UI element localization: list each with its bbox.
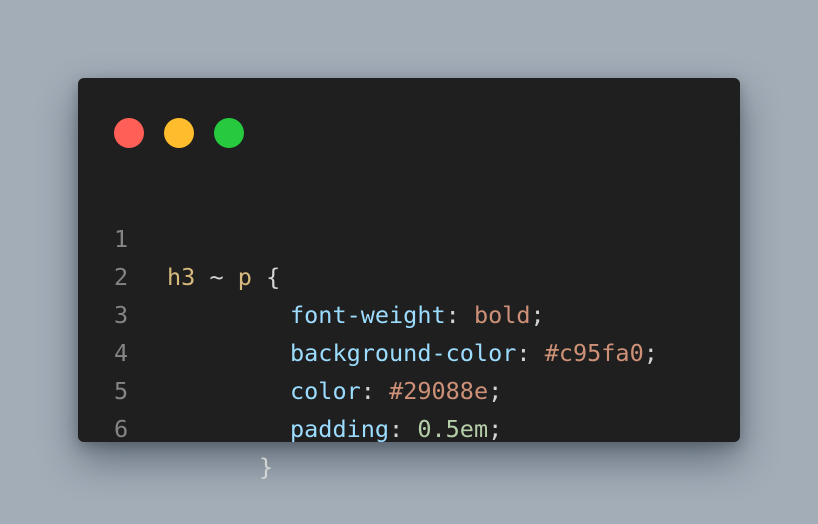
zoom-window-dot-icon[interactable]	[214, 118, 244, 148]
line-content: padding: 0.5em;	[290, 410, 502, 448]
code-line: 1 h3 ~ p {	[78, 182, 740, 291]
line-number: 6	[114, 415, 129, 443]
semicolon: ;	[488, 415, 503, 443]
code-line: 4 color: #29088e;	[78, 296, 740, 405]
code-snippet-window: 1 h3 ~ p { 2 font-weight: bold; 3 backgr…	[78, 78, 740, 481]
close-brace: }	[259, 453, 274, 481]
line-content: }	[259, 448, 273, 486]
css-property: padding	[290, 415, 390, 443]
window-controls	[114, 118, 244, 148]
minimize-window-dot-icon[interactable]	[164, 118, 194, 148]
css-value: 0.5em	[417, 415, 489, 443]
code-line: 5 padding: 0.5em;	[78, 334, 740, 443]
code-line: 2 font-weight: bold;	[78, 220, 740, 329]
code-line: 3 background-color: #c95fa0;	[78, 258, 740, 367]
code-line: 6 }	[78, 372, 740, 481]
colon: :	[389, 415, 404, 443]
code-block: 1 h3 ~ p { 2 font-weight: bold; 3 backgr…	[78, 182, 740, 481]
close-window-dot-icon[interactable]	[114, 118, 144, 148]
